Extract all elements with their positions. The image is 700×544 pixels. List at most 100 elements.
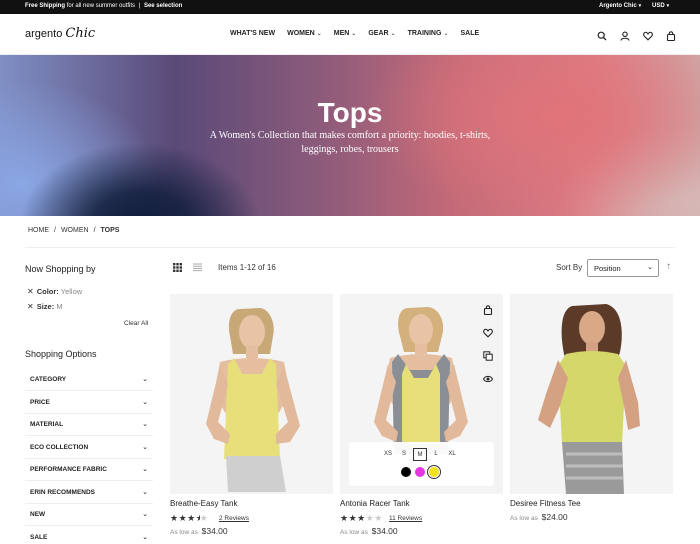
product-image[interactable] [170,294,333,494]
product-image[interactable]: XS S M L XL [340,294,503,494]
heart-icon[interactable] [643,28,653,41]
filter-category[interactable]: CATEGORY ⌄ [25,369,153,391]
currency-label: USD [652,3,665,9]
breadcrumb: HOME / WOMEN / TOPS [28,227,120,234]
chevron-down-icon: ▾ [638,3,642,9]
sort-select[interactable]: Position ⌄ [587,259,659,277]
breadcrumb-current: TOPS [100,227,120,234]
remove-filter-icon[interactable]: ✕ [27,287,34,296]
size-option[interactable]: XS [381,448,395,461]
filter-eco-collection[interactable]: ECO COLLECTION ⌄ [25,437,153,459]
top-bar: Free Shipping for all new summer outfits… [0,0,700,14]
swatch-panel: XS S M L XL [349,442,494,486]
price-line: As low as $24.00 [510,512,568,522]
compare-icon[interactable] [483,348,493,361]
divider [25,247,675,248]
chevron-down-icon: ⌄ [142,466,148,473]
chevron-down-icon: ⌄ [351,31,357,37]
nav-women[interactable]: WOMEN ⌄ [287,30,322,37]
page-title: Tops [317,97,383,128]
logo[interactable]: argento Chic [25,26,95,41]
quick-view-icon[interactable] [482,371,494,383]
now-shopping-title: Now Shopping by [25,264,96,274]
price-line: As low as $34.00 [170,526,228,536]
chevron-down-icon: ▾ [666,3,670,9]
filter-price[interactable]: PRICE ⌄ [25,392,153,414]
chevron-down-icon: ⌄ [316,31,322,37]
price-line: As low as $34.00 [340,526,398,536]
bag-icon[interactable] [666,28,676,42]
clear-all-link[interactable]: Clear All [124,320,148,327]
product-name[interactable]: Breathe-Easy Tank [170,499,237,508]
active-filter-color: ✕ Color: Yellow [27,287,83,296]
size-option[interactable]: S [397,448,411,461]
store-label: Argento Chic [599,3,637,9]
filter-sale[interactable]: SALE ⌄ [25,527,153,544]
breadcrumb-women[interactable]: WOMEN [61,227,89,234]
chevron-down-icon: ⌄ [142,421,148,428]
size-options: XS S M L XL [381,448,459,461]
see-selection-link[interactable]: See selection [144,3,182,9]
logo-script: Chic [65,26,96,41]
filter-new[interactable]: NEW ⌄ [25,504,153,526]
remove-filter-icon[interactable]: ✕ [27,302,34,311]
filter-erin-recommends[interactable]: ERIN RECOMMENDS ⌄ [25,482,153,504]
chevron-down-icon: ⌄ [142,399,148,406]
main-nav: WHAT'S NEW WOMEN ⌄ MEN ⌄ GEAR ⌄ TRAINING ⌄ S… [230,30,479,37]
product-toolbar: Items 1-12 of 16 Sort By Position ⌄ ↑ [173,259,675,277]
filter-material[interactable]: MATERIAL ⌄ [25,414,153,436]
product-price: $24.00 [541,512,568,522]
product-name[interactable]: Antonia Racer Tank [340,499,410,508]
size-option[interactable]: XL [445,448,459,461]
product-name[interactable]: Desiree Fitness Tee [510,499,581,508]
list-view-icon[interactable] [193,263,202,272]
search-icon[interactable] [597,28,607,41]
promo-message: for all new summer outfits [66,3,136,9]
sort-value: Position [594,264,621,273]
nav-whats-new[interactable]: WHAT'S NEW [230,30,275,37]
color-swatch-black[interactable] [401,467,411,477]
grid-view-icon[interactable] [173,263,182,272]
items-count: Items 1-12 of 16 [218,263,276,272]
breadcrumb-home[interactable]: HOME [28,227,49,234]
product-price: $34.00 [201,526,228,536]
hero-banner: Tops A Women's Collection that makes com… [0,55,700,216]
logo-text: argento [25,28,63,40]
nav-sale[interactable]: SALE [460,30,479,37]
quick-actions [482,302,497,394]
add-to-cart-icon[interactable] [483,302,493,316]
sort-label: Sort By [556,263,583,272]
filter-performance-fabric[interactable]: PERFORMANCE FABRIC ⌄ [25,459,153,481]
product-image[interactable] [510,294,673,494]
chevron-down-icon: ⌄ [142,444,148,451]
chevron-down-icon: ⌄ [142,376,148,383]
nav-gear[interactable]: GEAR ⌄ [368,30,395,37]
color-options [401,467,439,477]
chevron-down-icon: ⌄ [142,534,148,541]
color-swatch-yellow[interactable] [429,467,439,477]
store-switcher[interactable]: Argento Chic ▾ [599,3,641,9]
active-filter-size: ✕ Size: M [27,302,63,311]
currency-switcher[interactable]: USD ▾ [652,3,669,9]
reviews-link[interactable]: 2 Reviews [219,515,249,522]
promo-bold: Free Shipping [25,3,66,9]
product-price: $34.00 [371,526,398,536]
chevron-down-icon: ⌄ [647,264,653,271]
reviews-link[interactable]: 11 Reviews [389,515,422,522]
header-icons [597,28,676,42]
shopping-options-title: Shopping Options [25,349,97,359]
hero-subtitle: A Women's Collection that makes comfort … [209,130,491,155]
size-option[interactable]: L [429,448,443,461]
nav-men[interactable]: MEN ⌄ [334,30,357,37]
nav-training[interactable]: TRAINING ⌄ [408,30,449,37]
account-icon[interactable] [620,28,630,41]
chevron-down-icon: ⌄ [142,489,148,496]
wishlist-icon[interactable] [483,325,493,338]
color-swatch-pink[interactable] [415,467,425,477]
size-option-selected[interactable]: M [413,448,427,461]
chevron-down-icon: ⌄ [443,31,449,37]
promo-separator: | [138,3,141,9]
sort-direction-icon[interactable]: ↑ [666,261,671,272]
chevron-down-icon: ⌄ [390,31,396,37]
promo-text: Free Shipping for all new summer outfits… [25,3,182,9]
